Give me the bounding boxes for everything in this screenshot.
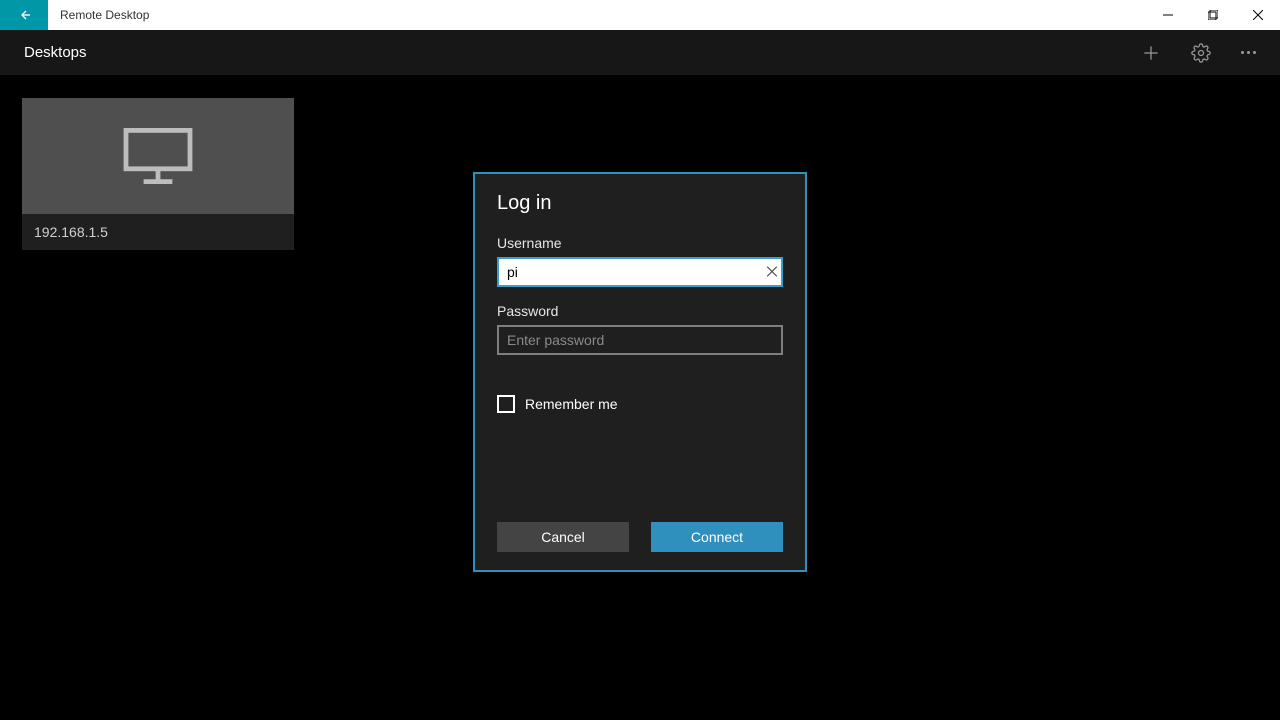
titlebar-spacer: [161, 0, 1145, 30]
close-button[interactable]: [1235, 0, 1280, 30]
desktop-tile[interactable]: 192.168.1.5: [22, 98, 294, 250]
password-field-row: [497, 325, 783, 355]
cancel-button[interactable]: Cancel: [497, 522, 629, 552]
app-header: Desktops: [0, 30, 1280, 75]
back-button[interactable]: [0, 0, 48, 30]
password-input[interactable]: [497, 325, 783, 355]
maximize-icon: [1208, 10, 1218, 20]
clear-username-button[interactable]: [767, 266, 777, 279]
connect-button[interactable]: Connect: [651, 522, 783, 552]
header-title: Desktops: [24, 44, 87, 61]
username-field-row: [497, 257, 783, 287]
main-canvas: 192.168.1.5 Log in Username Password Rem…: [0, 75, 1280, 720]
dialog-spacer: [497, 413, 783, 522]
remember-me-label: Remember me: [525, 396, 618, 412]
close-icon: [1253, 10, 1263, 20]
minimize-button[interactable]: [1145, 0, 1190, 30]
desktop-tile-thumb: [22, 98, 294, 214]
more-button[interactable]: [1241, 51, 1256, 54]
remember-me-row[interactable]: Remember me: [497, 395, 783, 413]
plus-icon: [1141, 43, 1161, 63]
arrow-left-icon: [16, 7, 32, 23]
remember-me-checkbox[interactable]: [497, 395, 515, 413]
window-controls: [1145, 0, 1280, 30]
username-input[interactable]: [497, 257, 783, 287]
gear-icon: [1191, 43, 1211, 63]
titlebar: Remote Desktop: [0, 0, 1280, 30]
add-button[interactable]: [1141, 43, 1161, 63]
password-label: Password: [497, 303, 783, 319]
login-dialog: Log in Username Password Remember me Can…: [473, 172, 807, 572]
minimize-icon: [1163, 10, 1173, 20]
ellipsis-icon: [1241, 51, 1256, 54]
dialog-buttons: Cancel Connect: [497, 522, 783, 552]
username-label: Username: [497, 235, 783, 251]
dialog-title: Log in: [497, 192, 783, 215]
close-icon: [767, 267, 777, 277]
desktop-tile-label: 192.168.1.5: [22, 214, 294, 250]
monitor-icon: [118, 124, 198, 188]
settings-button[interactable]: [1191, 43, 1211, 63]
maximize-button[interactable]: [1190, 0, 1235, 30]
header-actions: [1141, 43, 1256, 63]
app-title: Remote Desktop: [48, 0, 161, 30]
